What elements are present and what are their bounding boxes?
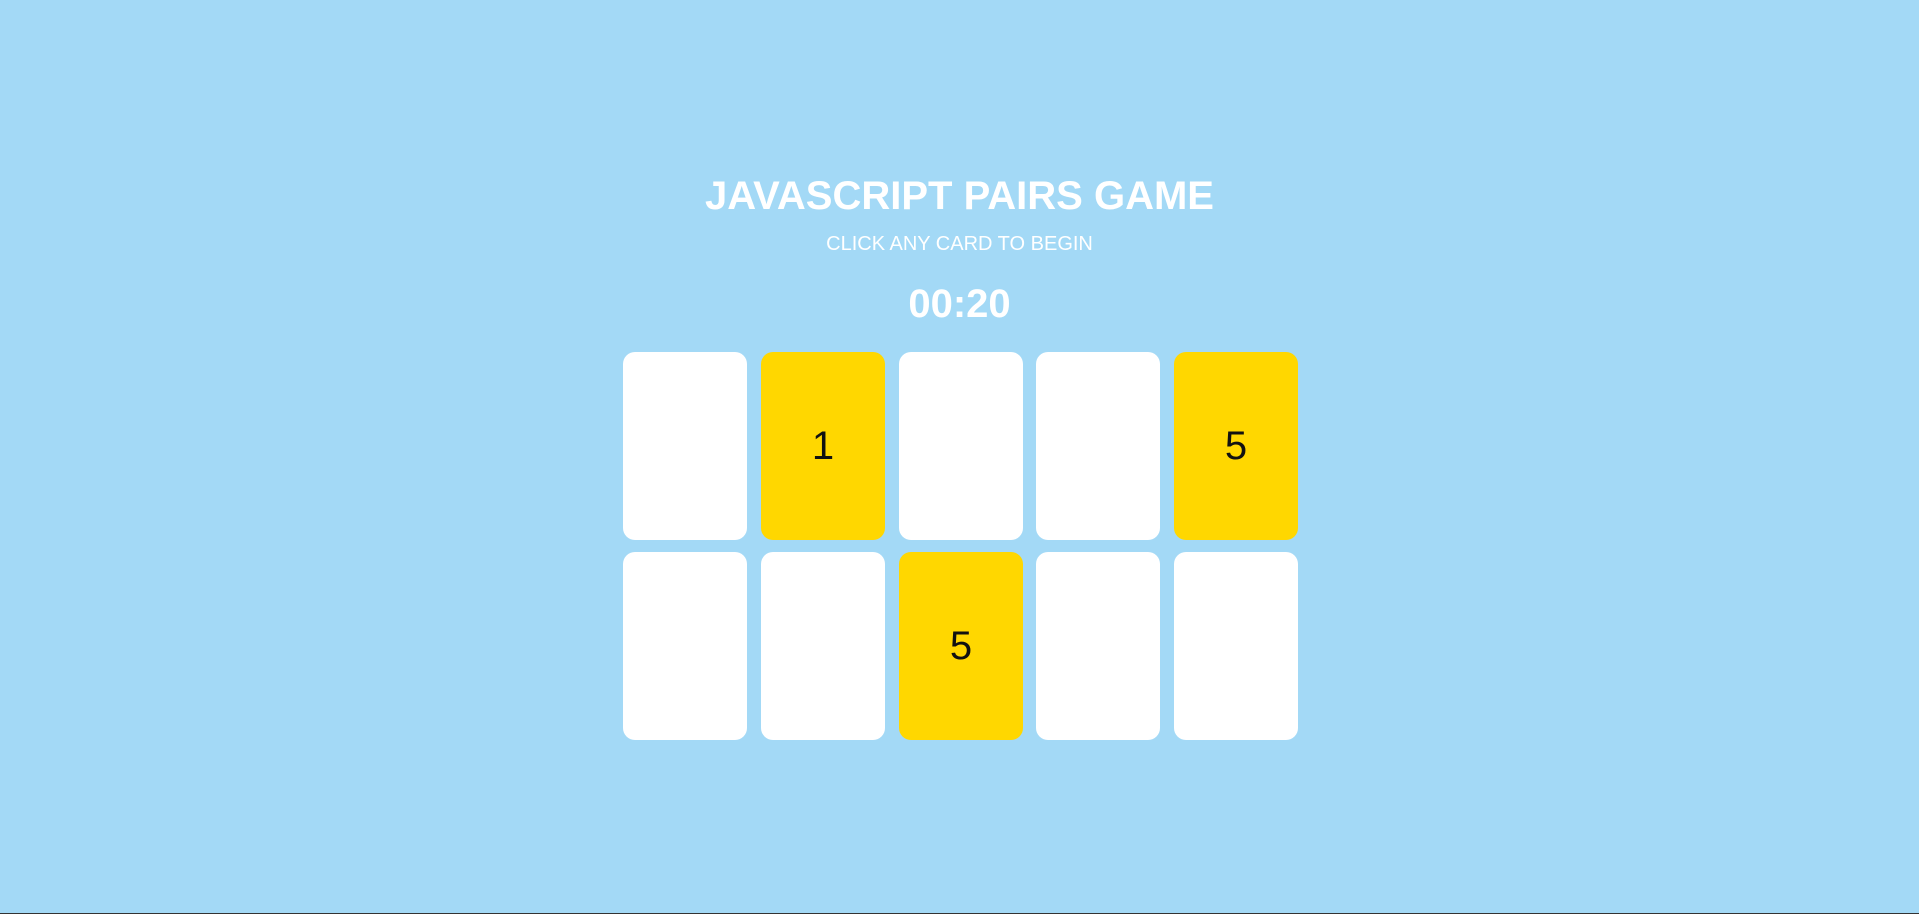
card-7[interactable]	[761, 552, 885, 740]
card-9[interactable]	[1036, 552, 1160, 740]
card-3[interactable]	[899, 352, 1023, 540]
card-10[interactable]	[1174, 552, 1298, 740]
card-1[interactable]	[623, 352, 747, 540]
game-title: JAVASCRIPT PAIRS GAME	[705, 174, 1214, 218]
card-8[interactable]: 5	[899, 552, 1023, 740]
card-5[interactable]: 5	[1174, 352, 1298, 540]
card-2[interactable]: 1	[761, 352, 885, 540]
card-4[interactable]	[1036, 352, 1160, 540]
game-instructions: CLICK ANY CARD TO BEGIN	[826, 233, 1093, 255]
card-6[interactable]	[623, 552, 747, 740]
card-board: 1 5 5	[623, 352, 1298, 741]
game-timer: 00:20	[908, 282, 1011, 326]
